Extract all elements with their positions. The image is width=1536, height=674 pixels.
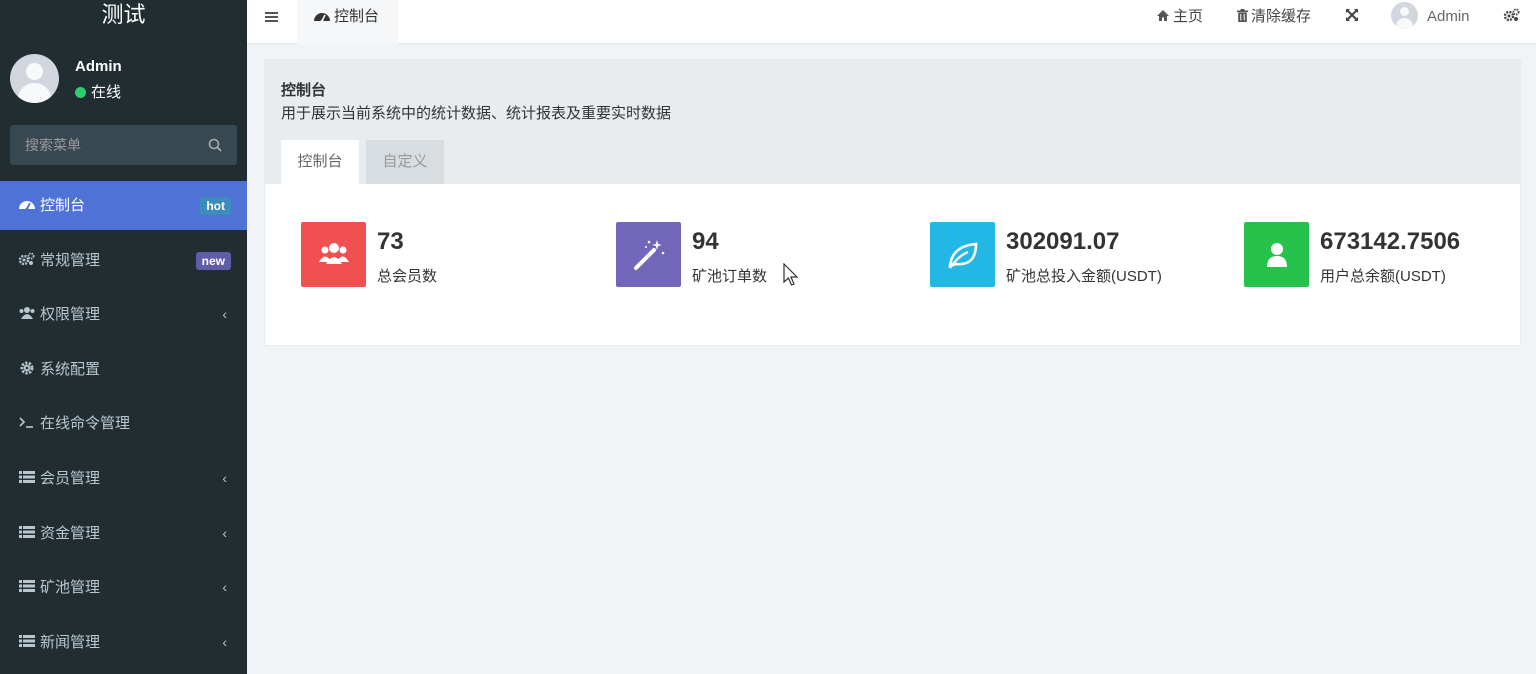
menu-search: [10, 125, 237, 165]
stat-pool-orders: 94 矿池订单数: [616, 222, 916, 288]
user-status: 在线: [75, 81, 121, 102]
new-badge: new: [195, 251, 231, 270]
avatar: [1391, 2, 1418, 29]
sidebar-item-label: 会员管理: [40, 469, 101, 487]
fullscreen-button[interactable]: [1345, 0, 1362, 34]
list-icon: [19, 580, 35, 593]
sidebar-item-label: 控制台: [40, 197, 86, 214]
dashboard-icon: [314, 13, 330, 22]
fullscreen-icon: [1346, 9, 1358, 21]
dashboard-panel: 控制台 用于展示当前系统中的统计数据、统计报表及重要实时数据 控制台 自定义: [264, 59, 1521, 346]
users-icon: [319, 243, 349, 264]
stat-label: 用户总余额(USDT): [1320, 268, 1446, 285]
users-icon: [19, 307, 35, 320]
sidebar-menu: 控制台 hot 常规管理 new 权限管理 ‹ 系统配置 在线命令管理 会员管理…: [0, 181, 247, 672]
chevron-left-icon: ‹: [222, 633, 227, 650]
chevron-left-icon: ‹: [222, 469, 227, 486]
clear-cache-button[interactable]: 清除缓存: [1237, 0, 1311, 34]
cogs-icon: [18, 252, 35, 265]
sidebar: 测试 Admin 在线 控制台 hot 常规管理 new 权限管理 ‹ 系统配置…: [0, 0, 247, 674]
stat-value: 73: [377, 228, 404, 255]
user-icon: [1267, 243, 1287, 267]
user-panel: Admin 在线: [10, 54, 240, 106]
stat-total-members: 73 总会员数: [301, 222, 601, 288]
trash-icon: [1237, 9, 1248, 22]
chevron-left-icon: ‹: [222, 524, 227, 541]
sidebar-item-label: 矿池管理: [40, 579, 101, 597]
sidebar-item-funds[interactable]: 资金管理 ‹: [0, 509, 247, 564]
admin-user-menu[interactable]: Admin: [1391, 0, 1470, 34]
home-link[interactable]: 主页: [1156, 0, 1203, 34]
search-icon[interactable]: [208, 138, 222, 152]
stat-user-balance: 673142.7506 用户总余额(USDT): [1244, 222, 1536, 288]
sidebar-item-label: 资金管理: [40, 524, 101, 542]
sidebar-item-label: 权限管理: [40, 306, 101, 324]
cogs-icon: [1503, 8, 1520, 22]
sidebar-item-news[interactable]: 新闻管理 ‹: [0, 618, 247, 673]
hot-badge: hot: [200, 197, 231, 215]
sidebar-item-label: 在线命令管理: [40, 415, 131, 433]
magic-wand-icon: [634, 240, 665, 270]
user-name: Admin: [75, 58, 122, 75]
home-icon: [1157, 10, 1169, 21]
tab-custom[interactable]: 自定义: [366, 140, 444, 184]
sidebar-item-mining-pool[interactable]: 矿池管理 ‹: [0, 563, 247, 618]
dashboard-icon: [19, 201, 35, 211]
page-title: 控制台: [281, 82, 327, 99]
settings-button[interactable]: [1503, 0, 1524, 34]
stat-value: 673142.7506: [1320, 228, 1461, 255]
mouse-cursor-icon: [783, 263, 799, 286]
sidebar-item-permissions[interactable]: 权限管理 ‹: [0, 290, 247, 345]
clear-cache-label: 清除缓存: [1251, 8, 1312, 25]
tab-dashboard[interactable]: 控制台: [297, 0, 398, 44]
stat-label: 矿池总投入金额(USDT): [1006, 268, 1162, 285]
gear-icon: [20, 361, 34, 375]
sidebar-item-general[interactable]: 常规管理 new: [0, 236, 247, 291]
stat-icon-box: [616, 222, 681, 287]
sidebar-item-label: 常规管理: [40, 251, 101, 269]
top-navbar: 控制台 主页 清除缓存 Admin: [247, 0, 1536, 44]
tab-dashboard-label: 控制台: [334, 8, 380, 25]
sidebar-item-members[interactable]: 会员管理 ‹: [0, 454, 247, 509]
stat-icon-box: [1244, 222, 1309, 287]
sidebar-item-dashboard[interactable]: 控制台 hot: [0, 181, 247, 230]
list-icon: [19, 525, 35, 538]
sidebar-item-label: 新闻管理: [40, 633, 101, 651]
chevron-left-icon: ‹: [222, 306, 227, 323]
brand-logo[interactable]: 测试: [0, 0, 247, 34]
sidebar-item-online-command[interactable]: 在线命令管理: [0, 399, 247, 454]
search-input[interactable]: [10, 125, 200, 165]
tab-dashboard[interactable]: 控制台: [281, 140, 359, 184]
panel-header: 控制台 用于展示当前系统中的统计数据、统计报表及重要实时数据 控制台 自定义: [265, 60, 1520, 184]
list-icon: [19, 634, 35, 647]
stat-value: 94: [692, 228, 719, 255]
menu-toggle-icon[interactable]: [265, 10, 279, 24]
leaf-icon: [948, 242, 978, 269]
stat-icon-box: [930, 222, 995, 287]
sidebar-item-label: 系统配置: [40, 360, 101, 378]
home-link-label: 主页: [1173, 8, 1204, 25]
stat-pool-investment: 302091.07 矿池总投入金额(USDT): [930, 222, 1230, 288]
user-status-text: 在线: [91, 84, 122, 101]
stat-label: 总会员数: [377, 268, 438, 285]
terminal-icon: [19, 417, 33, 429]
chevron-left-icon: ‹: [222, 579, 227, 596]
page-description: 用于展示当前系统中的统计数据、统计报表及重要实时数据: [281, 105, 672, 122]
avatar: [10, 54, 59, 103]
stat-label: 矿池订单数: [692, 268, 768, 285]
sidebar-item-system-config[interactable]: 系统配置: [0, 345, 247, 400]
online-dot-icon: [75, 87, 86, 98]
stat-value: 302091.07: [1006, 228, 1120, 255]
stat-icon-box: [301, 222, 366, 287]
list-icon: [19, 470, 35, 483]
admin-name: Admin: [1427, 8, 1470, 25]
